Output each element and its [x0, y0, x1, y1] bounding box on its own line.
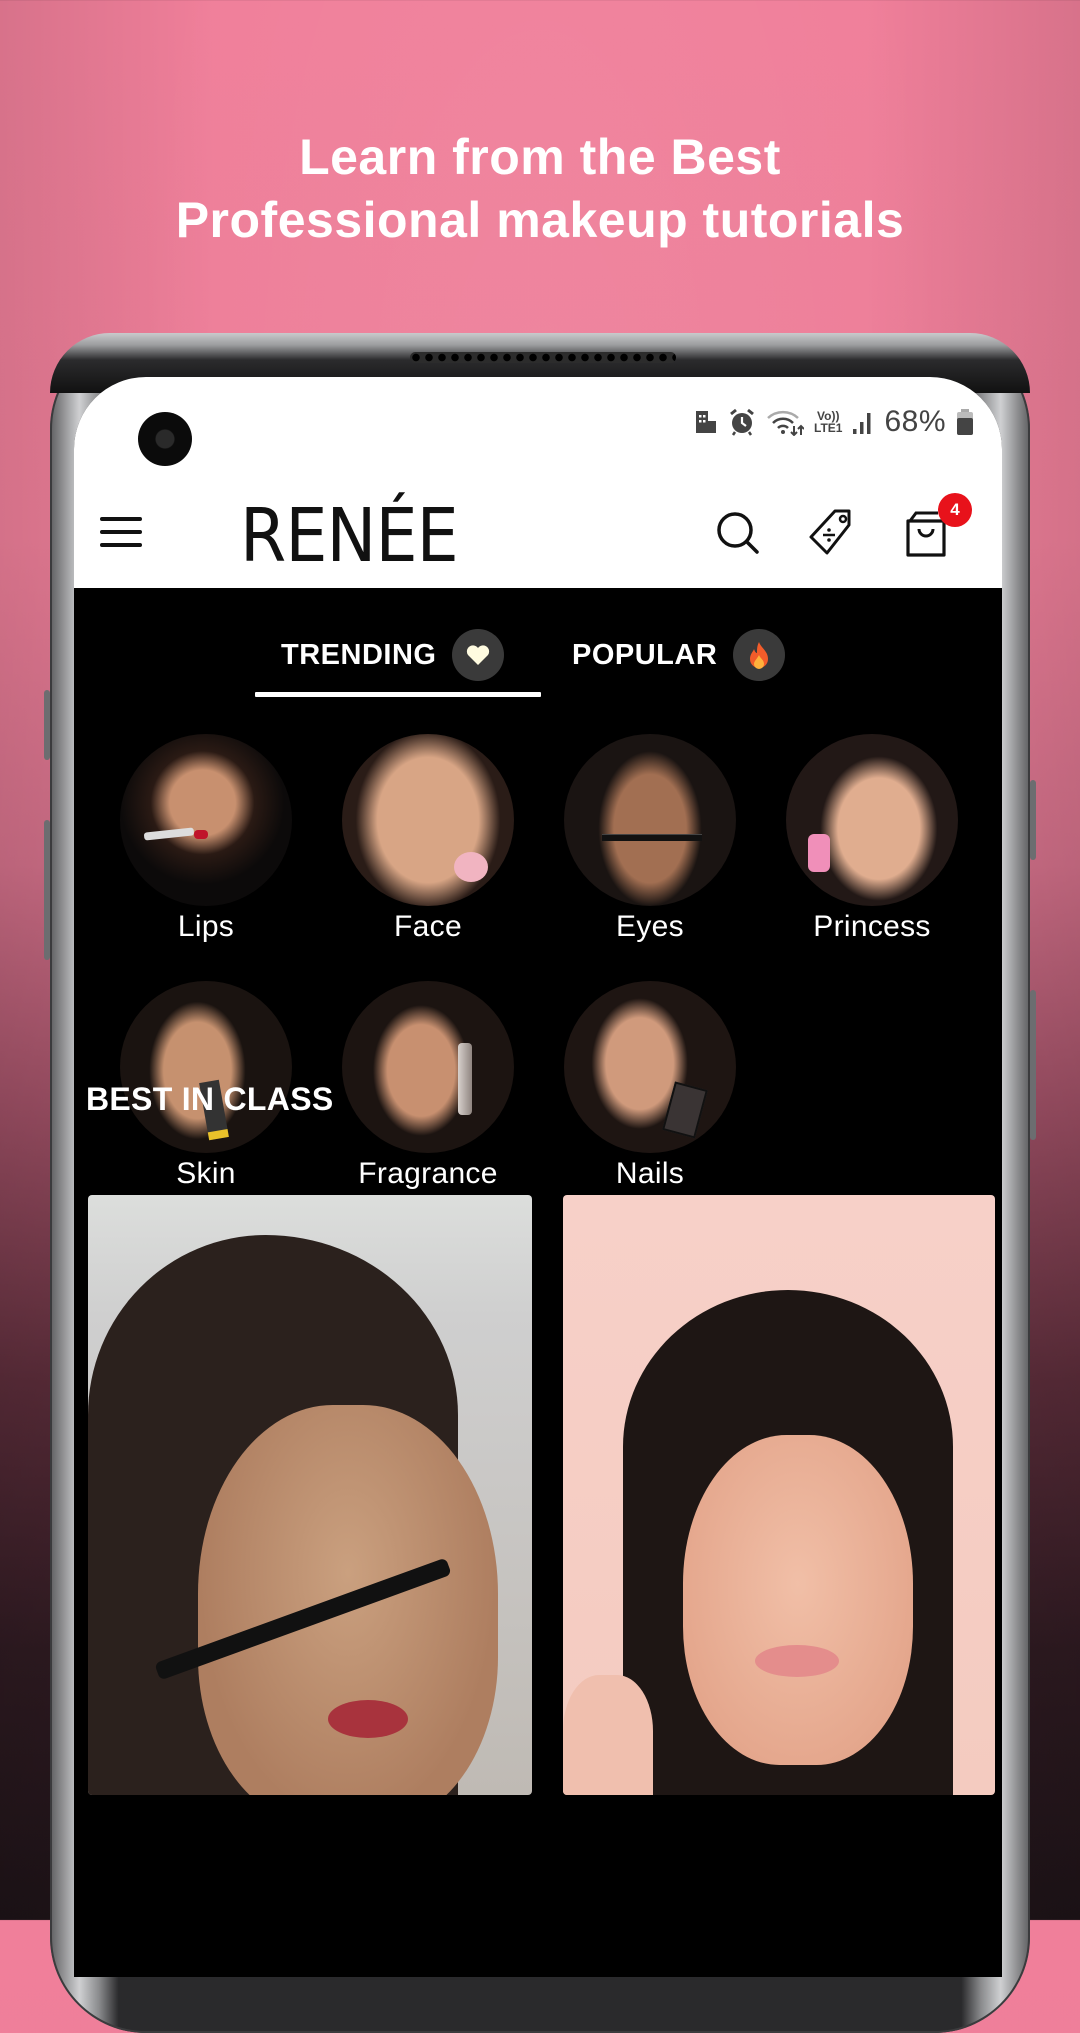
search-icon: [717, 512, 759, 554]
phone-side-button: [44, 690, 50, 760]
card-thumbnail: [683, 1435, 913, 1765]
best-in-class-title: BEST IN CLASS: [86, 1081, 334, 1117]
wifi-icon: [766, 408, 804, 436]
main-content: TRENDING POPULAR Lips Face Eyes Princess…: [74, 588, 1002, 1977]
hand: [563, 1675, 653, 1795]
tab-popular[interactable]: POPULAR: [572, 618, 786, 692]
offers-tag-icon: [809, 509, 851, 555]
category-eyes[interactable]: Eyes: [550, 734, 750, 944]
cart-button[interactable]: 4: [900, 493, 972, 561]
category-fragrance-image: [342, 981, 514, 1153]
category-label: Lips: [177, 910, 235, 943]
category-eyes-image: [564, 734, 736, 906]
volte-lte-icon: Vo)) LTE1: [814, 409, 843, 435]
brand-logo[interactable]: RENÉE: [240, 491, 459, 579]
signal-icon: [852, 409, 874, 435]
battery-percent: 68%: [884, 405, 946, 438]
phone-side-button: [1030, 990, 1036, 1140]
tutorial-card-eyeliner[interactable]: [88, 1195, 532, 1795]
battery-icon: [956, 408, 974, 436]
search-button[interactable]: [710, 505, 766, 561]
tab-trending-label: TRENDING: [281, 638, 437, 671]
category-face-image: [342, 734, 514, 906]
work-profile-icon: [694, 409, 718, 435]
category-face[interactable]: Face: [328, 734, 528, 944]
hamburger-menu-icon[interactable]: [100, 515, 144, 549]
category-label: Face: [394, 910, 462, 943]
cart-count-badge: 4: [938, 493, 972, 527]
category-label: Fragrance: [358, 1157, 498, 1190]
category-princess[interactable]: Princess: [772, 734, 972, 944]
phone-speaker-grille: [410, 352, 676, 363]
tab-bar: TRENDING POPULAR: [74, 618, 1002, 698]
category-label: Nails: [615, 1157, 685, 1190]
status-bar: Vo)) LTE1 68%: [74, 377, 1002, 481]
headline-line-2: Professional makeup tutorials: [175, 192, 905, 248]
headline-line-1: Learn from the Best: [299, 129, 781, 185]
active-tab-indicator: [255, 692, 541, 697]
category-nails[interactable]: Nails: [550, 981, 750, 1191]
category-princess-image: [786, 734, 958, 906]
category-label: Skin: [176, 1157, 236, 1190]
lips: [328, 1700, 408, 1738]
category-nails-image: [564, 981, 736, 1153]
front-camera: [138, 412, 192, 466]
tutorial-card-eye-makeup[interactable]: [563, 1195, 995, 1795]
phone-screen: Vo)) LTE1 68% RENÉE 4 TRENDING POPULAR L…: [74, 377, 1002, 1977]
category-label: Princess: [813, 910, 931, 943]
category-fragrance[interactable]: Fragrance: [328, 981, 528, 1191]
status-icons: Vo)) LTE1 68%: [694, 405, 974, 439]
alarm-icon: [728, 408, 756, 436]
tab-trending[interactable]: TRENDING: [281, 618, 505, 692]
category-skin-image: [120, 981, 292, 1153]
tab-popular-label: POPULAR: [572, 638, 718, 671]
promo-headline: Learn from the Best Professional makeup …: [0, 126, 1080, 252]
category-lips-image: [120, 734, 292, 906]
app-header: RENÉE 4: [74, 481, 1002, 588]
phone-side-button: [1030, 780, 1036, 860]
phone-side-button: [44, 820, 50, 960]
category-lips[interactable]: Lips: [106, 734, 306, 944]
heart-icon: [452, 629, 505, 681]
category-label: Eyes: [616, 910, 684, 943]
offers-button[interactable]: [805, 505, 861, 561]
fire-icon: [733, 629, 786, 681]
lips: [755, 1645, 839, 1677]
